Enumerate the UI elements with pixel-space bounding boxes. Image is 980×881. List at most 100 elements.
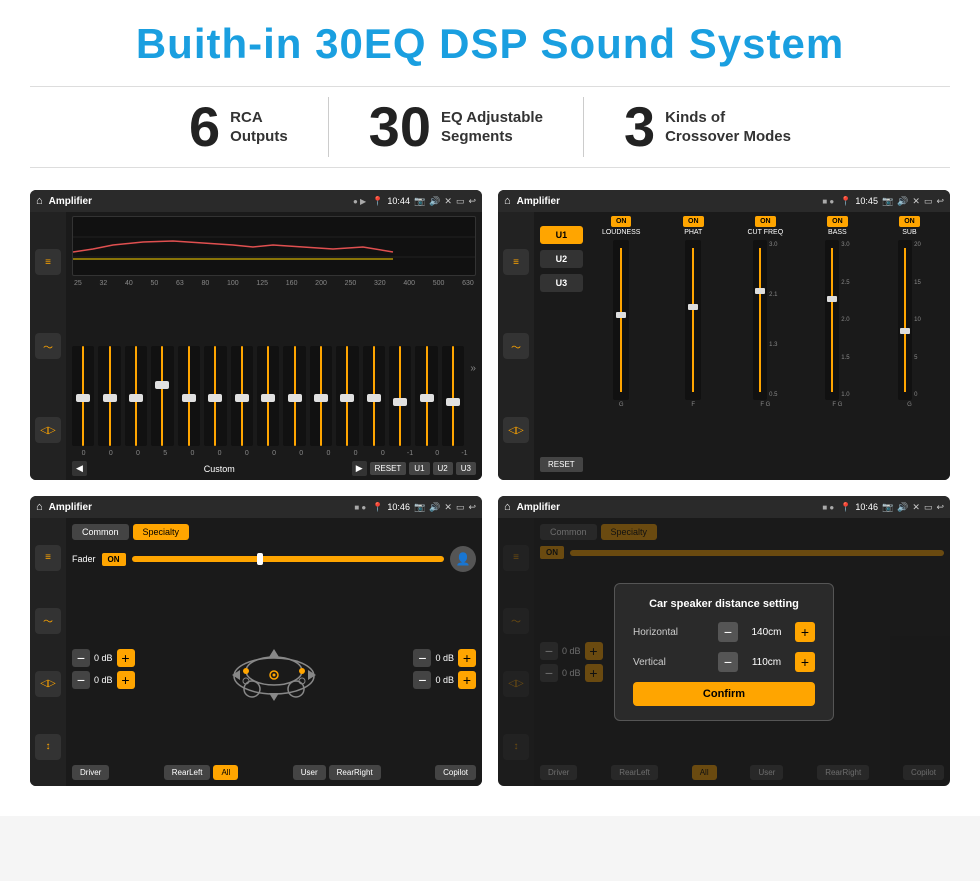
eq-slider-8[interactable] <box>283 346 305 446</box>
right-minus-2[interactable]: − <box>413 671 431 689</box>
volume-icon-2: 🔊 <box>897 196 908 207</box>
eq-slider-1[interactable] <box>98 346 120 446</box>
distance-dialog: Car speaker distance setting Horizontal … <box>614 583 834 721</box>
eq-slider-11[interactable] <box>363 346 385 446</box>
battery-icon-4: ▭ <box>924 502 933 513</box>
loudness-slider[interactable] <box>613 240 629 400</box>
user-btn[interactable]: User <box>293 765 326 780</box>
stat-eq-label: EQ AdjustableSegments <box>441 108 543 147</box>
eq-slider-13[interactable] <box>415 346 437 446</box>
rear-right-btn[interactable]: RearRight <box>329 765 381 780</box>
fader-sidebar-arrows[interactable]: ↕ <box>35 734 61 760</box>
rear-left-btn[interactable]: RearLeft <box>164 765 211 780</box>
eq-sidebar-speaker[interactable]: ◁▷ <box>35 417 61 443</box>
right-db-1: 0 dB <box>435 653 454 663</box>
page-wrapper: Buith-in 30EQ DSP Sound System 6 RCAOutp… <box>0 0 980 816</box>
copilot-btn[interactable]: Copilot <box>435 765 476 780</box>
crossover-reset-btn[interactable]: RESET <box>540 457 583 472</box>
crossover-main: U1 U2 U3 RESET ON LOUDNESS <box>534 212 950 480</box>
crossover-title: Amplifier <box>517 196 817 207</box>
left-plus-2[interactable]: + <box>117 671 135 689</box>
bass-toggle[interactable]: ON <box>827 216 848 227</box>
preset-u2-btn[interactable]: U2 <box>540 250 583 268</box>
horizontal-minus-btn[interactable]: − <box>718 622 738 642</box>
bass-sliders: 3.02.52.01.51.0 <box>825 240 849 400</box>
home-icon-2[interactable]: ⌂ <box>504 195 511 207</box>
eq-next-btn[interactable]: ▶ <box>352 461 367 476</box>
left-minus-2[interactable]: − <box>72 671 90 689</box>
vertical-minus-btn[interactable]: − <box>718 652 738 672</box>
cutfreq-slider1[interactable] <box>753 240 767 400</box>
back-icon-4[interactable]: ↩ <box>936 502 944 513</box>
fader-slider[interactable] <box>132 556 444 562</box>
crossover-sidebar-wave[interactable]: 〜 <box>503 333 529 359</box>
bass-slider1[interactable] <box>825 240 839 400</box>
back-icon-2[interactable]: ↩ <box>936 196 944 207</box>
phat-toggle[interactable]: ON <box>683 216 704 227</box>
tab-specialty[interactable]: Specialty <box>133 524 190 540</box>
confirm-button[interactable]: Confirm <box>633 682 815 706</box>
eq-slider-2[interactable] <box>125 346 147 446</box>
crossover-screen: ⌂ Amplifier ■ ● 📍 10:45 📷 🔊 ✕ ▭ ↩ ≡ 〜 ◁▷ <box>498 190 950 480</box>
driver-btn[interactable]: Driver <box>72 765 109 780</box>
right-plus-2[interactable]: + <box>458 671 476 689</box>
vertical-plus-btn[interactable]: + <box>795 652 815 672</box>
eq-prev-btn[interactable]: ◀ <box>72 461 87 476</box>
fader-sidebar-wave[interactable]: 〜 <box>35 608 61 634</box>
left-minus-1[interactable]: − <box>72 649 90 667</box>
sub-slider[interactable] <box>898 240 912 400</box>
fader-sidebar-speaker[interactable]: ◁▷ <box>35 671 61 697</box>
fader-toggle-btn[interactable]: ON <box>102 553 126 566</box>
eq-slider-3[interactable] <box>151 346 173 446</box>
eq-freq-100: 100 <box>227 280 239 287</box>
preset-u1-btn[interactable]: U1 <box>540 226 583 244</box>
eq-slider-4[interactable] <box>178 346 200 446</box>
fader-thumb[interactable] <box>257 553 263 565</box>
eq-val-10: 0 <box>344 450 367 457</box>
home-icon-3[interactable]: ⌂ <box>36 501 43 513</box>
fader-car-section: − 0 dB + − 0 dB + <box>72 576 476 761</box>
eq-slider-10[interactable] <box>336 346 358 446</box>
cutfreq-toggle[interactable]: ON <box>755 216 776 227</box>
tab-common[interactable]: Common <box>72 524 129 540</box>
right-plus-1[interactable]: + <box>458 649 476 667</box>
phat-slider[interactable] <box>685 240 701 400</box>
eq-expand-icon[interactable]: » <box>468 363 476 374</box>
cutfreq-freq-labels: 3.02.11.30.5 <box>769 240 777 400</box>
eq-slider-12[interactable] <box>389 346 411 446</box>
left-level-1: − 0 dB + <box>72 649 135 667</box>
fader-sidebar-eq[interactable]: ≡ <box>35 545 61 571</box>
sub-toggle[interactable]: ON <box>899 216 920 227</box>
all-btn[interactable]: All <box>213 765 238 780</box>
eq-slider-9[interactable] <box>310 346 332 446</box>
eq-sidebar-eq[interactable]: ≡ <box>35 249 61 275</box>
fader-label: Fader <box>72 554 96 564</box>
back-icon-3[interactable]: ↩ <box>468 502 476 513</box>
back-icon[interactable]: ↩ <box>468 196 476 207</box>
home-icon-4[interactable]: ⌂ <box>504 501 511 513</box>
crossover-sidebar-eq[interactable]: ≡ <box>503 249 529 275</box>
eq-u1-btn[interactable]: U1 <box>409 462 429 475</box>
fader-topbar: ⌂ Amplifier ■ ● 📍 10:46 📷 🔊 ✕ ▭ ↩ <box>30 496 482 518</box>
fader-user-icon[interactable]: 👤 <box>450 546 476 572</box>
eq-slider-14[interactable] <box>442 346 464 446</box>
horizontal-plus-btn[interactable]: + <box>795 622 815 642</box>
loudness-toggle[interactable]: ON <box>611 216 632 227</box>
preset-u3-btn[interactable]: U3 <box>540 274 583 292</box>
eq-reset-btn[interactable]: RESET <box>370 462 407 475</box>
battery-icon-2: ▭ <box>924 196 933 207</box>
eq-slider-7[interactable] <box>257 346 279 446</box>
eq-sidebar-wave[interactable]: 〜 <box>35 333 61 359</box>
camera-icon-2: 📷 <box>882 196 893 207</box>
eq-val-6: 0 <box>235 450 258 457</box>
home-icon[interactable]: ⌂ <box>36 195 43 207</box>
eq-slider-0[interactable] <box>72 346 94 446</box>
eq-slider-6[interactable] <box>231 346 253 446</box>
right-minus-1[interactable]: − <box>413 649 431 667</box>
crossover-sidebar-speaker[interactable]: ◁▷ <box>503 417 529 443</box>
eq-u3-btn[interactable]: U3 <box>456 462 476 475</box>
eq-slider-5[interactable] <box>204 346 226 446</box>
left-db-2: 0 dB <box>94 675 113 685</box>
left-plus-1[interactable]: + <box>117 649 135 667</box>
eq-u2-btn[interactable]: U2 <box>433 462 453 475</box>
